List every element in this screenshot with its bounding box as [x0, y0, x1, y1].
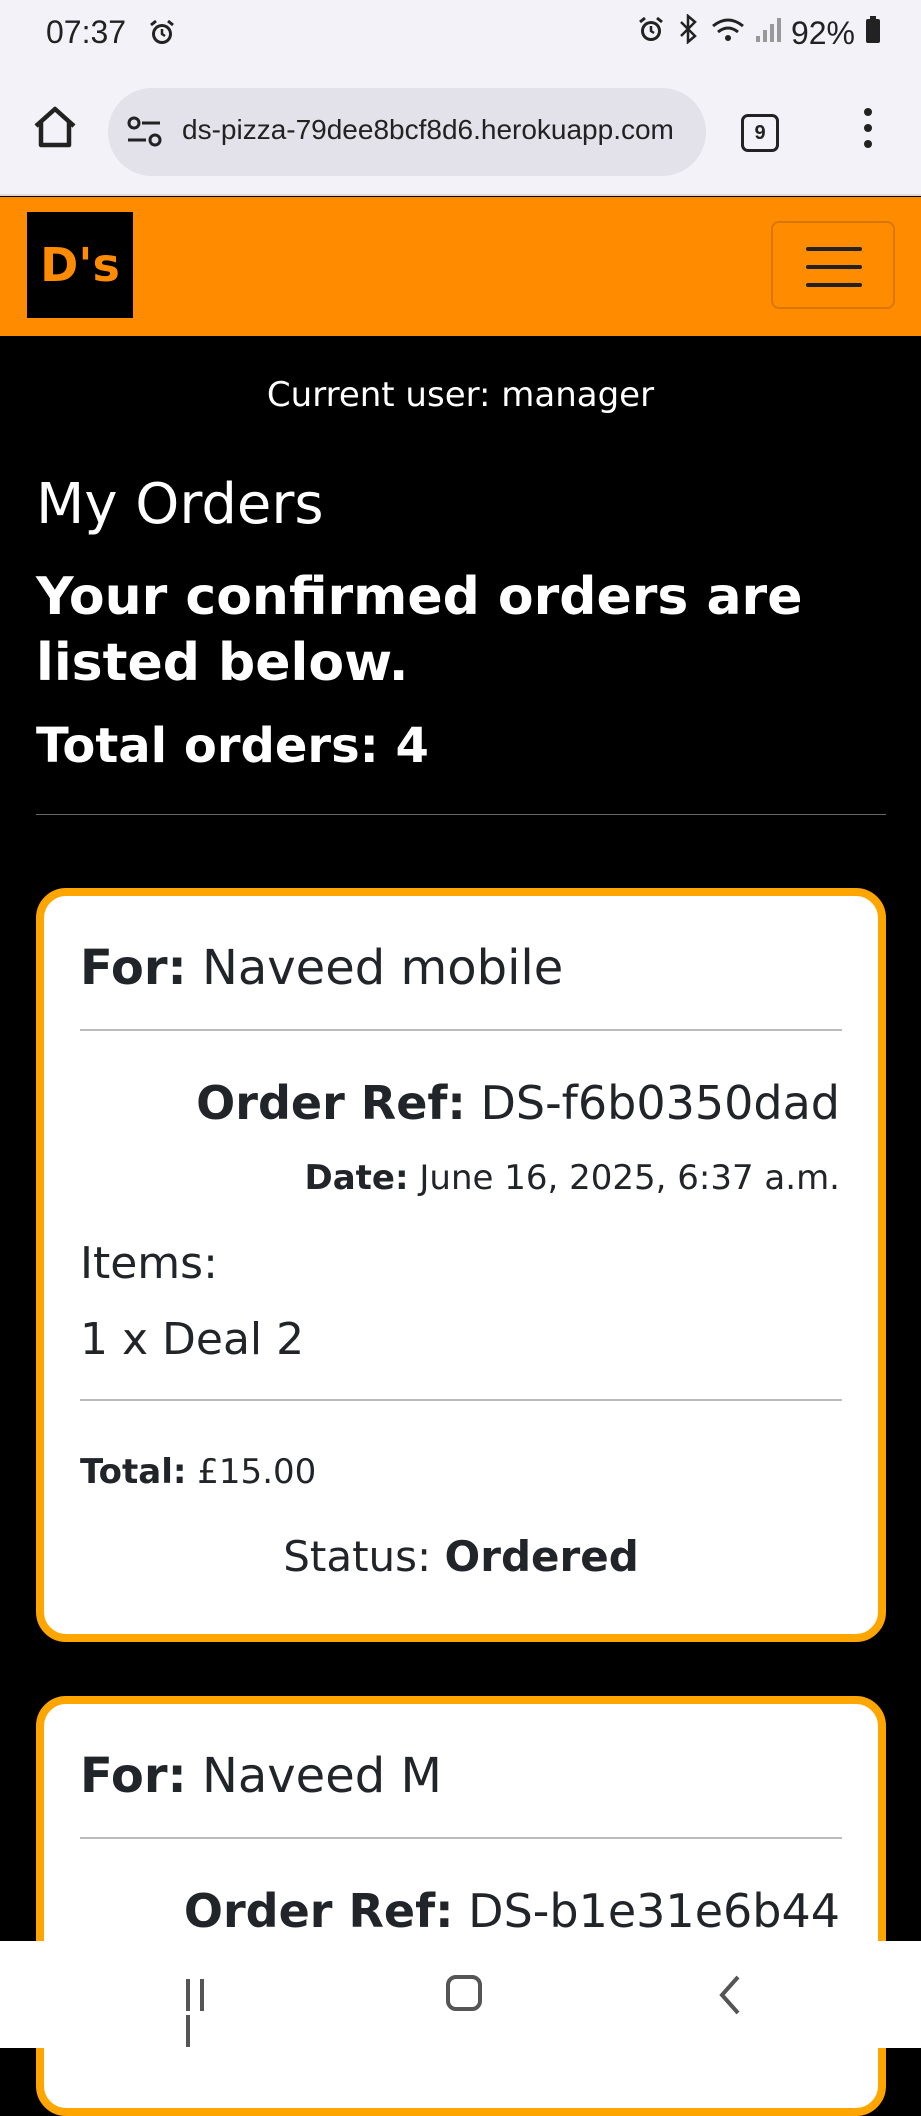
site-settings-icon[interactable]	[124, 112, 166, 152]
divider	[80, 1399, 842, 1401]
order-total: Total: £15.00	[80, 1452, 317, 1492]
site-logo[interactable]: D's	[27, 212, 133, 318]
signal-icon	[755, 15, 781, 52]
alarm-icon	[637, 15, 665, 52]
current-user-text: Current user: manager	[266, 375, 655, 415]
order-ref: Order Ref: DS-f6b0350dad	[196, 1076, 840, 1130]
battery-icon	[865, 15, 881, 52]
page-subtitle: Your confirmed orders are listed below.	[36, 567, 803, 693]
back-icon[interactable]	[710, 1973, 750, 2017]
order-recipient: For: Naveed mobile	[80, 940, 564, 996]
battery-percent: 92%	[790, 14, 855, 51]
order-card: For: Naveed M Order Ref: DS-b1e31e6b44	[36, 1696, 886, 2116]
recent-apps-icon[interactable]	[186, 1979, 226, 2047]
browser-toolbar: ds-pizza-79dee8bcf8d6.herokuapp.com 9	[0, 66, 921, 196]
url-text[interactable]: ds-pizza-79dee8bcf8d6.herokuapp.com	[182, 114, 692, 146]
order-recipient: For: Naveed M	[80, 1748, 442, 1804]
home-icon[interactable]	[30, 102, 80, 152]
home-button-icon[interactable]	[446, 1975, 482, 2011]
tab-switcher-button[interactable]: 9	[741, 114, 779, 152]
order-status: Status: Ordered	[283, 1532, 639, 1581]
status-right-icons: 92%	[637, 13, 881, 52]
total-orders: Total orders: 4	[36, 718, 429, 774]
page-title: My Orders	[36, 472, 324, 537]
status-time: 07:37	[46, 14, 127, 50]
divider	[80, 1029, 842, 1031]
divider	[36, 814, 886, 815]
wifi-icon	[711, 15, 745, 52]
hamburger-menu-icon[interactable]	[771, 221, 895, 309]
divider	[80, 1837, 842, 1839]
order-date: Date: June 16, 2025, 6:37 a.m.	[304, 1158, 841, 1198]
site-navbar: D's	[0, 197, 921, 336]
system-navigation-bar	[0, 1941, 921, 2048]
address-bar[interactable]: ds-pizza-79dee8bcf8d6.herokuapp.com	[108, 88, 706, 176]
bluetooth-icon	[675, 13, 701, 52]
order-ref: Order Ref: DS-b1e31e6b44	[183, 1884, 840, 1938]
order-card: For: Naveed mobile Order Ref: DS-f6b0350…	[36, 888, 886, 1642]
status-bar: 07:37 92%	[0, 0, 921, 66]
order-item: 1 x Deal 2	[80, 1314, 305, 1365]
alarm-icon	[148, 18, 176, 55]
items-label: Items:	[80, 1238, 218, 1289]
more-options-icon[interactable]	[858, 108, 878, 158]
